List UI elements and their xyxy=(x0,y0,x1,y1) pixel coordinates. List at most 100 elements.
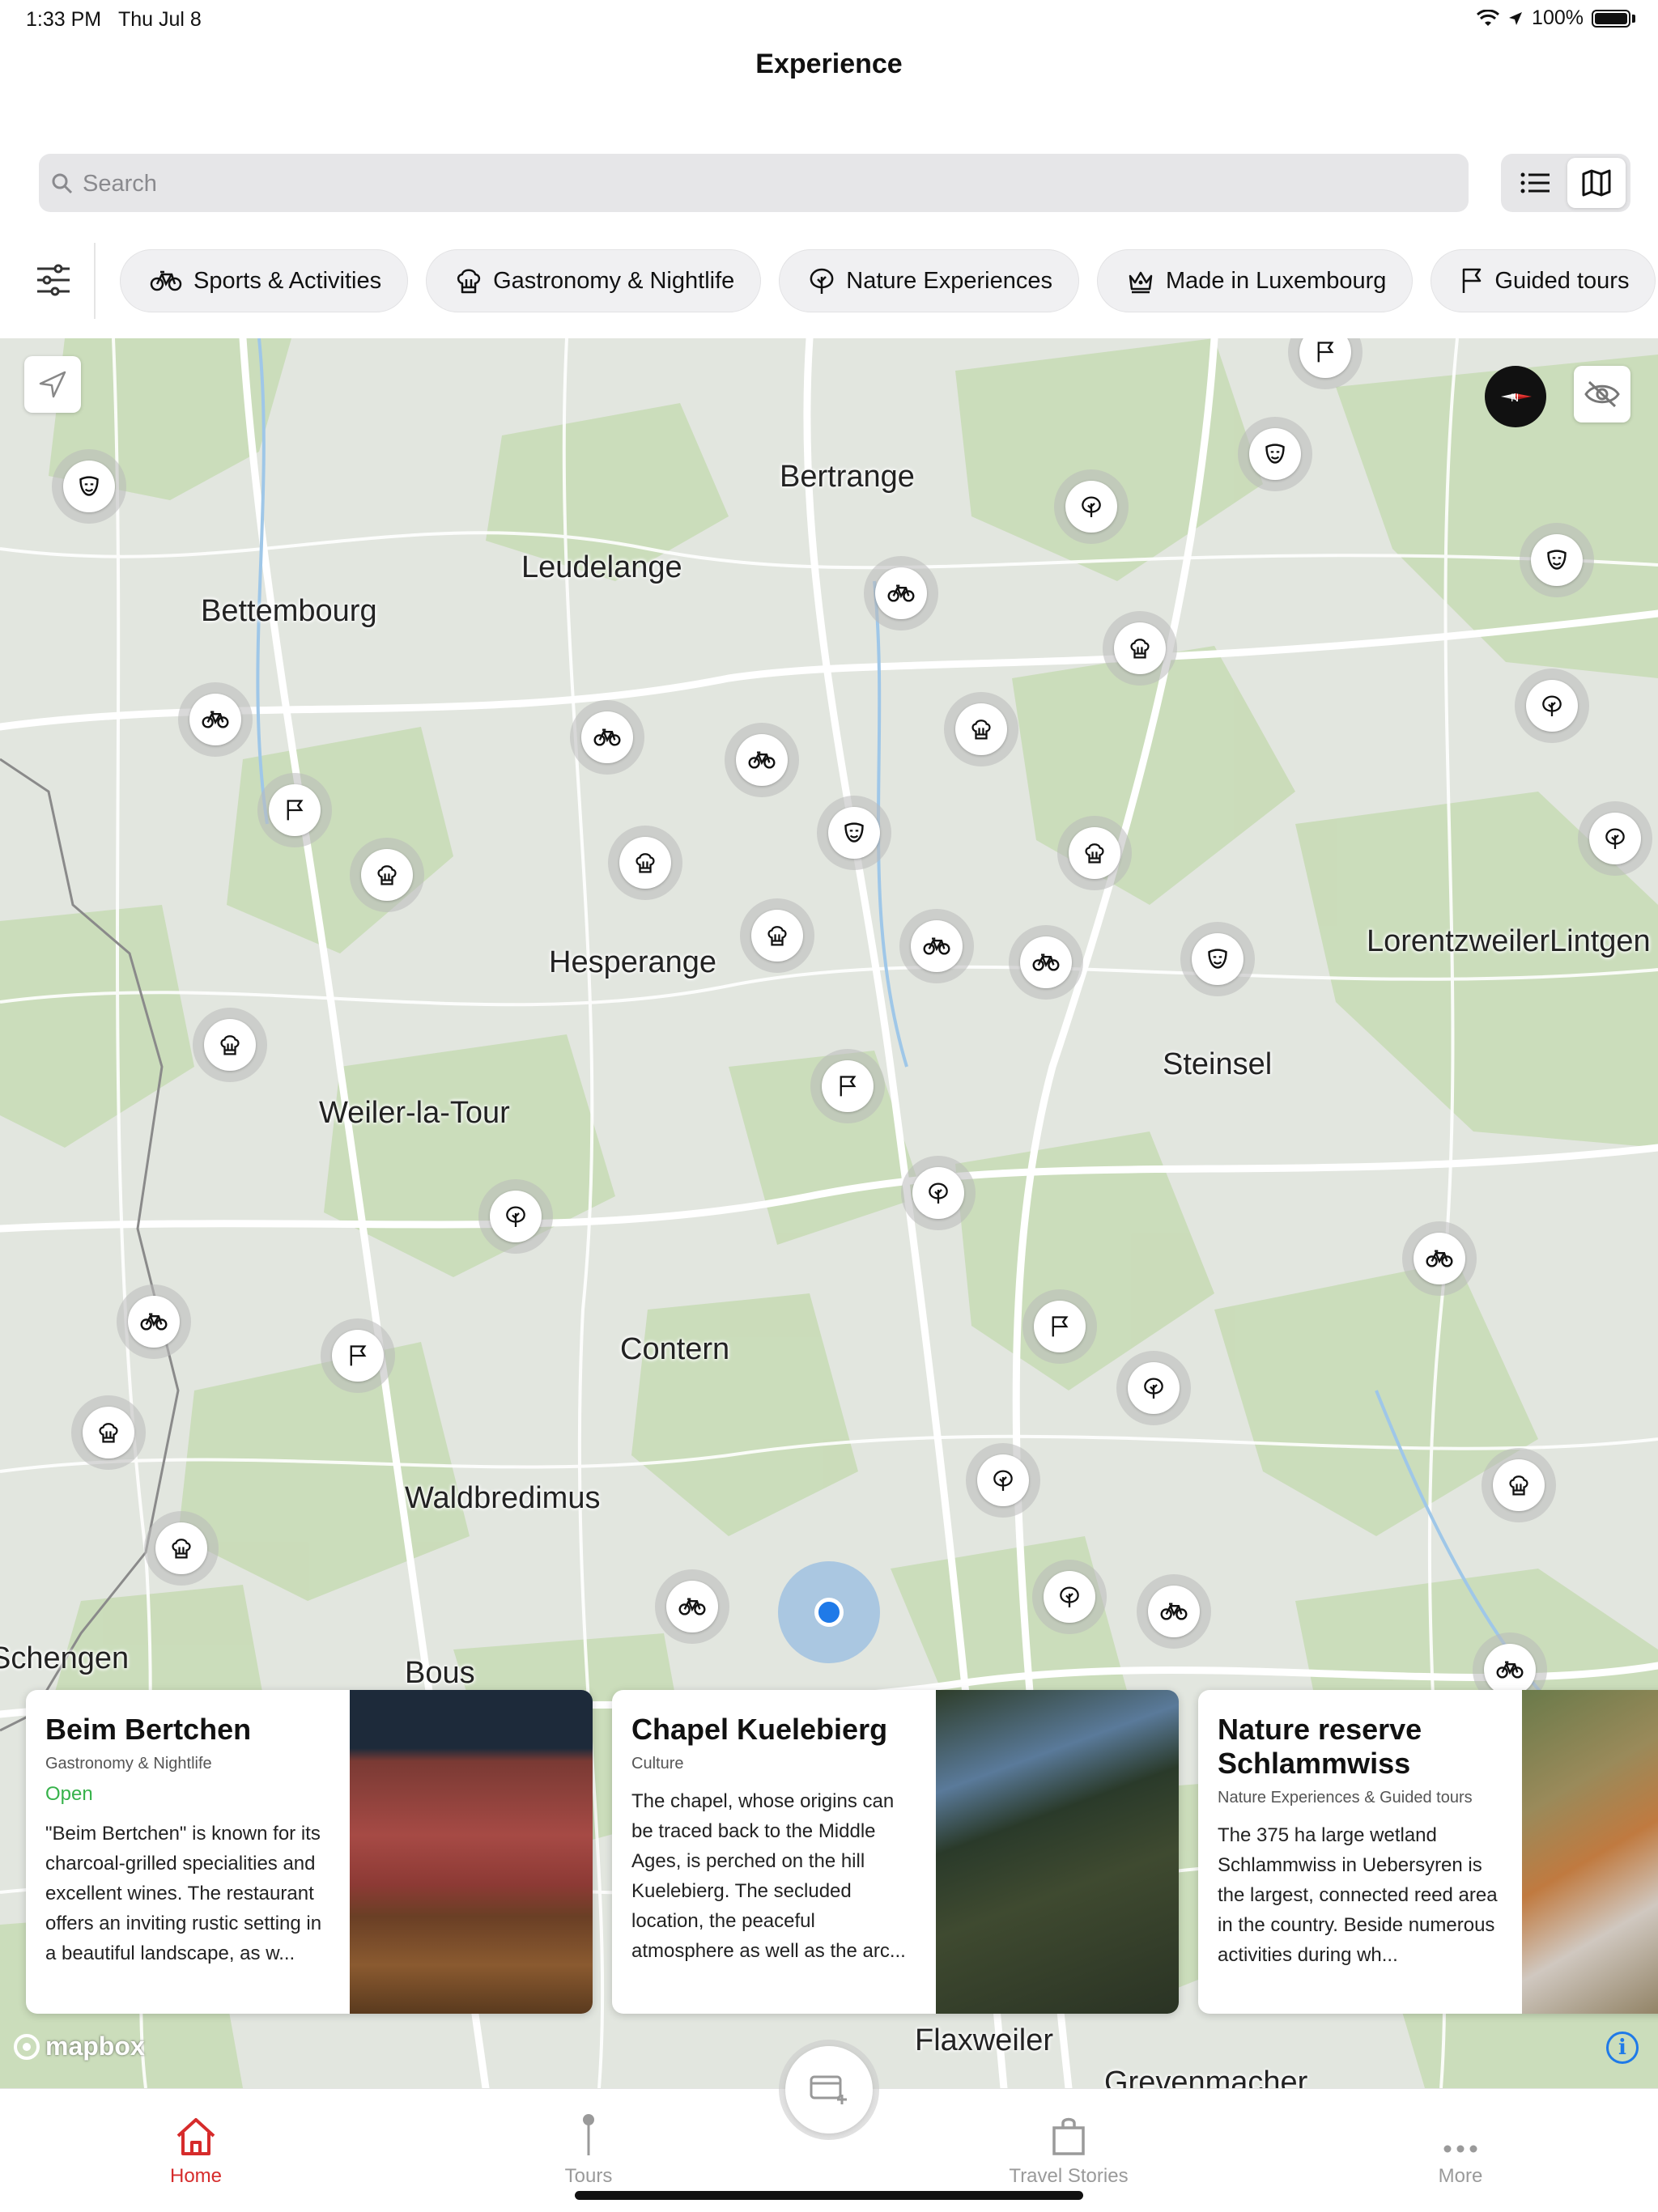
poi-marker-bike[interactable] xyxy=(655,1569,729,1644)
poi-marker-chef[interactable] xyxy=(71,1395,146,1470)
poi-mask-icon xyxy=(1531,534,1583,586)
poi-chef-icon xyxy=(1114,622,1166,674)
view-toggle[interactable] xyxy=(1501,154,1630,212)
filter-button[interactable] xyxy=(31,257,76,303)
search-bar[interactable] xyxy=(39,154,1469,214)
poi-marker-chef[interactable] xyxy=(1057,816,1132,890)
search-icon xyxy=(52,173,73,194)
poi-chef-icon xyxy=(83,1407,134,1458)
poi-marker-chef[interactable] xyxy=(1103,611,1177,686)
poi-marker-flag[interactable] xyxy=(321,1318,395,1393)
poi-marker-bike[interactable] xyxy=(1009,925,1083,1000)
poi-marker-tree[interactable] xyxy=(1578,801,1652,876)
status-date: Thu Jul 8 xyxy=(118,8,202,31)
poi-marker-tree[interactable] xyxy=(1515,669,1589,743)
chip-guided-tours[interactable]: Guided tours xyxy=(1431,249,1656,312)
poi-marker-tree[interactable] xyxy=(966,1443,1040,1518)
hide-pois-button[interactable] xyxy=(1574,366,1630,422)
battery-icon xyxy=(1592,9,1630,28)
add-card-button[interactable] xyxy=(785,2046,873,2133)
mapbox-text: mapbox xyxy=(45,2032,145,2061)
poi-marker-bike[interactable] xyxy=(1402,1221,1477,1296)
poi-marker-bike[interactable] xyxy=(570,700,644,775)
wifi-icon xyxy=(1477,9,1500,26)
tab-label: Travel Stories xyxy=(1009,2165,1129,2187)
chip-gastronomy-nightlife[interactable]: Gastronomy & Nightlife xyxy=(426,249,762,312)
poi-marker-bike[interactable] xyxy=(725,723,799,797)
poi-marker-mask[interactable] xyxy=(817,796,891,870)
poi-marker-chef[interactable] xyxy=(193,1008,267,1082)
place-label: Bertrange xyxy=(780,460,915,494)
card-description: "Beim Bertchen" is known for its charcoa… xyxy=(45,1823,322,1964)
card-category: Nature Experiences & Guided tours xyxy=(1218,1789,1473,1807)
tab-more[interactable]: More xyxy=(1380,2113,1541,2188)
poi-chef-icon xyxy=(751,910,803,962)
poi-marker-flag[interactable] xyxy=(1022,1289,1097,1364)
card-category: Culture xyxy=(631,1755,684,1773)
map-icon xyxy=(1582,169,1611,197)
search-input[interactable] xyxy=(81,154,1460,214)
poi-card[interactable]: Chapel Kuelebierg Culture The chapel, wh… xyxy=(612,1690,1179,2014)
poi-marker-mask[interactable] xyxy=(1520,523,1594,597)
home-indicator xyxy=(575,2191,1083,2200)
poi-marker-mask[interactable] xyxy=(1238,417,1312,491)
poi-card[interactable]: Beim Bertchen Gastronomy & Nightlife Ope… xyxy=(26,1690,593,2014)
poi-marker-tree[interactable] xyxy=(1032,1560,1107,1634)
poi-marker-chef[interactable] xyxy=(144,1511,219,1586)
status-time: 1:33 PM xyxy=(26,8,102,31)
poi-marker-bike[interactable] xyxy=(864,556,938,630)
place-label: Flaxweiler xyxy=(915,2023,1054,2057)
card-category: Gastronomy & Nightlife xyxy=(45,1755,212,1773)
location-arrow-icon xyxy=(39,371,66,398)
poi-mask-icon xyxy=(1192,933,1244,985)
place-label: Steinsel xyxy=(1163,1047,1273,1081)
poi-marker-tree[interactable] xyxy=(478,1179,553,1254)
poi-marker-chef[interactable] xyxy=(1482,1448,1556,1522)
poi-bike-icon xyxy=(1148,1586,1200,1637)
compass[interactable]: N xyxy=(1485,366,1546,427)
info-button[interactable]: i xyxy=(1606,2032,1639,2064)
tab-travel-stories[interactable]: Travel Stories xyxy=(988,2113,1150,2188)
poi-marker-flag[interactable] xyxy=(810,1049,885,1123)
poi-marker-flag[interactable] xyxy=(257,773,332,847)
bike-icon xyxy=(150,270,182,291)
tree-icon xyxy=(810,268,834,294)
chip-label: Gastronomy & Nightlife xyxy=(493,267,735,294)
locate-me-button[interactable] xyxy=(24,356,81,413)
poi-card[interactable]: Nature reserve Schlammwiss Nature Experi… xyxy=(1198,1690,1658,2014)
poi-marker-bike[interactable] xyxy=(899,909,974,983)
poi-bike-icon xyxy=(666,1581,718,1632)
status-right: 100% xyxy=(1477,6,1635,30)
poi-bike-icon xyxy=(581,711,633,763)
poi-tree-icon xyxy=(1128,1362,1180,1414)
poi-tree-icon xyxy=(1044,1571,1095,1623)
poi-marker-chef[interactable] xyxy=(608,826,682,900)
map-view-button[interactable] xyxy=(1567,158,1626,208)
poi-marker-mask[interactable] xyxy=(1180,922,1255,996)
tab-tours[interactable]: Tours xyxy=(508,2113,670,2188)
poi-marker-chef[interactable] xyxy=(740,898,814,973)
tab-home[interactable]: Home xyxy=(115,2113,277,2188)
chip-sports-activities[interactable]: Sports & Activities xyxy=(120,249,409,312)
poi-chef-icon xyxy=(204,1019,256,1071)
poi-marker-chef[interactable] xyxy=(944,692,1018,766)
poi-marker-bike[interactable] xyxy=(178,682,253,757)
poi-marker-chef[interactable] xyxy=(350,838,424,912)
more-icon xyxy=(1443,2145,1477,2153)
poi-marker-tree[interactable] xyxy=(901,1156,976,1230)
card-title: Nature reserve Schlammwiss xyxy=(1218,1713,1422,1780)
poi-marker-bike[interactable] xyxy=(117,1284,191,1359)
poi-marker-tree[interactable] xyxy=(1054,469,1129,544)
poi-marker-tree[interactable] xyxy=(1116,1351,1191,1425)
chip-label: Guided tours xyxy=(1494,267,1630,294)
divider xyxy=(94,243,96,319)
poi-tree-icon xyxy=(912,1167,964,1219)
poi-mask-icon xyxy=(63,461,115,512)
poi-marker-bike[interactable] xyxy=(1137,1574,1211,1649)
poi-marker-mask[interactable] xyxy=(52,449,126,524)
place-label: Weiler-la-Tour xyxy=(319,1096,510,1130)
poi-chef-icon xyxy=(955,703,1007,755)
list-view-button[interactable] xyxy=(1506,158,1564,208)
chip-made-in-luxembourg[interactable]: Made in Luxembourg xyxy=(1096,249,1414,312)
chip-nature-experiences[interactable]: Nature Experiences xyxy=(779,249,1079,312)
